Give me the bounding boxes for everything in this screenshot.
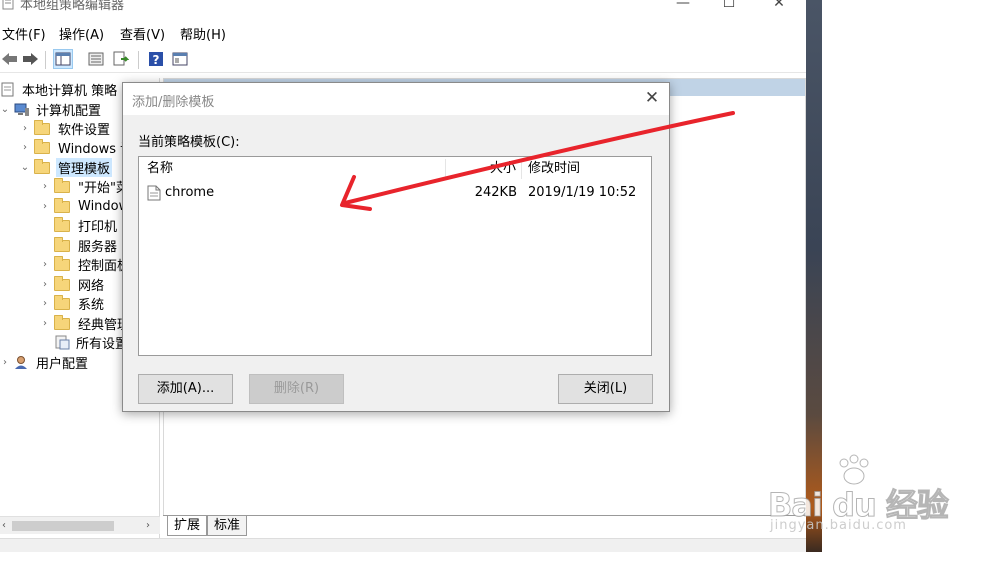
user-icon [15,356,27,369]
menu-help[interactable]: 帮助(H) [178,24,228,43]
scrollbar-thumb[interactable] [12,521,114,531]
minimize-button[interactable]: — [668,0,698,14]
folder-icon [34,119,50,135]
chevron-down-icon[interactable]: ⌄ [20,162,30,173]
remove-button[interactable]: 删除(R) [249,374,344,404]
chevron-right-icon[interactable]: › [20,123,30,134]
toolbar-separator [45,51,46,69]
folder-icon [54,275,70,291]
adm-file-icon [147,185,161,201]
chevron-right-icon[interactable]: › [40,181,50,192]
back-arrow-icon[interactable] [0,49,20,69]
tree-item-all-settings[interactable]: 所有设置 [40,333,130,352]
folder-icon [54,236,70,252]
chevron-right-icon[interactable]: › [40,201,50,212]
tree-item-admin-templates[interactable]: ⌄ 管理模板 [20,158,113,177]
bottom-margin [0,552,1000,563]
tab-extended[interactable]: 扩展 [167,516,208,536]
column-divider[interactable] [445,159,446,179]
menu-bar: 文件(F) 操作(A) 查看(V) 帮助(H) [0,22,806,44]
tree-horizontal-scrollbar[interactable]: ‹ › [0,516,160,534]
properties-icon[interactable] [86,49,106,69]
policy-editor-icon [2,0,14,10]
maximize-button[interactable]: ☐ [714,0,744,14]
tree-item-classic-templates[interactable]: › 经典管理 [40,314,132,333]
row-name: chrome [165,185,215,200]
status-bar [0,538,806,552]
tree-item-computer-config[interactable]: ⌄ 计算机配置 [0,100,103,119]
chevron-right-icon[interactable]: › [0,357,10,368]
folder-icon [34,138,50,154]
tab-standard[interactable]: 标准 [207,516,248,536]
close-window-button[interactable]: ✕ [764,0,794,14]
tree-item-user-config[interactable]: › 用户配置 [0,353,90,372]
menu-file[interactable]: 文件(F) [0,24,48,43]
forward-arrow-icon[interactable] [20,49,40,69]
window-title: 本地组策略编辑器 [20,0,125,13]
column-header-size[interactable]: 大小 [486,157,516,181]
folder-icon [54,314,70,330]
export-list-icon[interactable] [111,49,131,69]
svg-text:?: ? [153,53,160,67]
folder-open-icon [34,158,50,174]
add-button[interactable]: 添加(A)... [138,374,233,404]
help-icon[interactable]: ? [146,49,166,69]
view-tabs: 扩展 标准 [163,515,806,537]
dialog-close-icon[interactable]: ✕ [641,87,663,109]
menu-action[interactable]: 操作(A) [57,24,106,43]
tree-item-windows-components[interactable]: › Window [40,197,131,216]
extended-view-icon[interactable] [170,49,190,69]
column-divider[interactable] [521,159,522,179]
templates-list[interactable]: 名称 大小 修改时间 chrome 242KB 2019/1/19 10:52 [138,156,652,356]
policy-document-icon [1,82,14,97]
chevron-right-icon[interactable]: › [40,298,50,309]
dialog-title-bar: 添加/删除模板 ✕ [123,83,669,115]
table-row[interactable]: chrome 242KB 2019/1/19 10:52 [139,183,651,203]
folder-icon [54,255,70,271]
toolbar: ? [0,47,806,73]
folder-icon [54,197,70,213]
row-size: 242KB [474,185,517,200]
tree-item-control-panel[interactable]: › 控制面板 [40,255,132,274]
all-settings-icon [55,335,70,350]
folder-icon [54,294,70,310]
scroll-left-icon[interactable]: ‹ [2,517,6,535]
tree-item-system[interactable]: › 系统 [40,294,106,313]
row-modified: 2019/1/19 10:52 [528,185,637,200]
dialog-title: 添加/删除模板 [132,95,215,110]
desktop-background [806,0,822,552]
chevron-right-icon[interactable]: › [40,279,50,290]
column-header-modified[interactable]: 修改时间 [528,157,580,181]
tree-item-software-settings[interactable]: › 软件设置 [20,119,112,138]
close-button[interactable]: 关闭(L) [558,374,653,404]
column-header-name[interactable]: 名称 [147,157,173,181]
tree-item-network[interactable]: › 网络 [40,275,106,294]
chevron-right-icon[interactable]: › [20,142,30,153]
tree-item-windows-settings[interactable]: › Windows 设 [20,138,135,157]
tree-item-servers[interactable]: 服务器 [40,236,119,255]
toolbar-separator [138,51,139,69]
scroll-right-icon[interactable]: › [146,517,150,535]
tree-item-printers[interactable]: 打印机 [40,216,119,235]
tree-item-local-policy[interactable]: 本地计算机 策略 [0,80,119,99]
chevron-down-icon[interactable]: ⌄ [0,104,10,115]
menu-view[interactable]: 查看(V) [118,24,167,43]
tree-item-start-menu[interactable]: › "开始"菜 [40,177,131,196]
computer-icon [14,103,29,116]
chevron-right-icon[interactable]: › [40,318,50,329]
paw-logo-icon [839,454,869,485]
title-bar: 本地组策略编辑器 — ☐ ✕ [0,0,806,16]
show-hide-tree-icon[interactable] [53,49,73,69]
folder-icon [54,177,70,193]
templates-list-label: 当前策略模板(C): [138,135,240,150]
chevron-right-icon[interactable]: › [40,259,50,270]
add-remove-templates-dialog: 添加/删除模板 ✕ 当前策略模板(C): 名称 大小 修改时间 chrome 2… [122,82,670,412]
folder-icon [54,216,70,232]
